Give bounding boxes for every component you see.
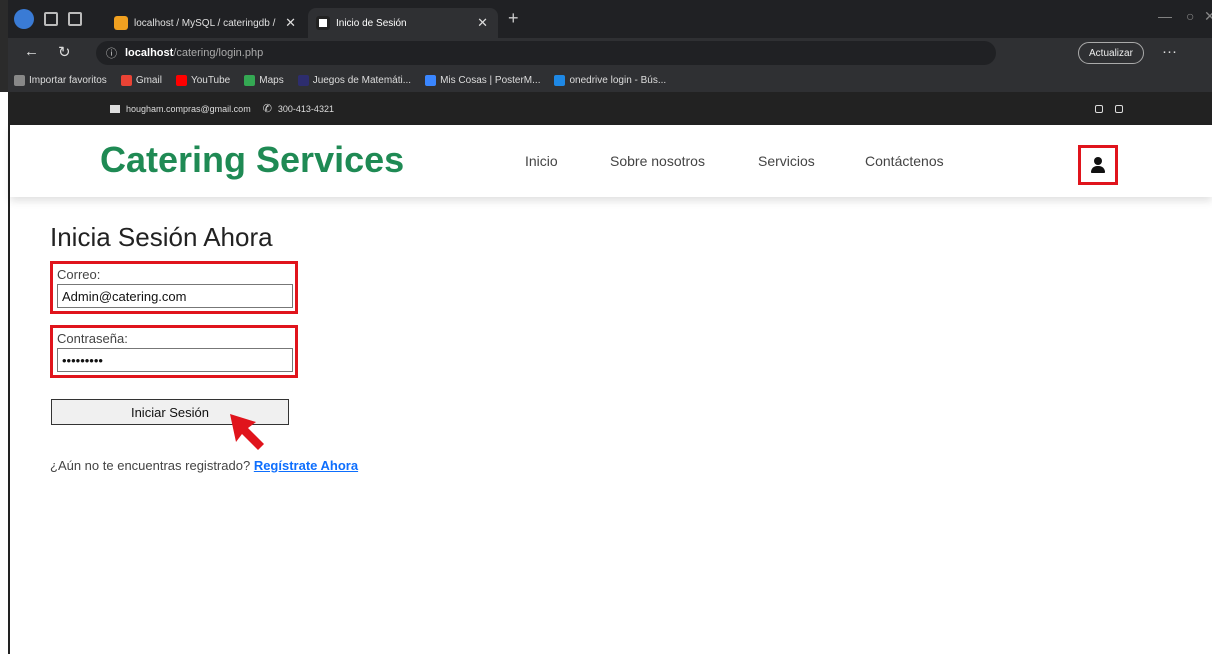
email-field-group: Correo:	[50, 261, 298, 314]
favorite-label: YouTube	[190, 74, 231, 86]
favorite-label: Maps	[259, 74, 284, 86]
youtube-icon	[175, 74, 187, 86]
maximize-icon[interactable]: ○	[1186, 8, 1194, 24]
juegos-icon	[297, 74, 309, 86]
new-tab-button[interactable]: +	[508, 8, 519, 29]
contact-phone: 300-413-4321	[277, 103, 334, 114]
email-label: Correo:	[57, 267, 101, 282]
url-path: /catering/login.php	[173, 47, 264, 59]
contact-topbar: hougham.compras@gmail.com ✆ 300-413-4321	[10, 92, 1212, 125]
maps-icon	[244, 74, 256, 86]
gmail-icon	[120, 74, 132, 86]
social-links	[1095, 104, 1123, 113]
password-field-group: Contraseña:	[50, 325, 298, 378]
favorite-onedrive[interactable]: onedrive login - Bús...	[554, 74, 667, 86]
login-section: Inicia Sesión Ahora Correo: Contraseña: …	[50, 222, 358, 473]
brand-logo[interactable]: Catering Services	[100, 139, 404, 181]
favorite-label: Gmail	[135, 74, 162, 86]
favorite-import[interactable]: Importar favoritos	[14, 74, 107, 86]
page-title: Inicia Sesión Ahora	[50, 222, 273, 252]
favorite-label: Juegos de Matemáti...	[312, 74, 412, 86]
menu-contactenos[interactable]: Contáctenos	[865, 153, 944, 169]
tab-login[interactable]: Inicio de Sesión ✕	[308, 8, 498, 38]
mail-icon	[110, 104, 120, 113]
url-field[interactable]: ⓘ localhost/catering/login.php	[96, 41, 996, 65]
favorite-label: onedrive login - Bús...	[569, 74, 667, 86]
info-icon[interactable]: ⓘ	[106, 45, 117, 61]
register-text: ¿Aún no te encuentras registrado?	[50, 458, 251, 473]
contact-info: hougham.compras@gmail.com ✆ 300-413-4321	[110, 102, 334, 115]
phpmyadmin-icon	[114, 16, 128, 30]
address-bar: ← ↻ ⓘ localhost/catering/login.php Actua…	[0, 38, 1212, 68]
instagram-icon[interactable]	[1095, 104, 1103, 113]
email-field[interactable]	[57, 284, 293, 308]
user-icon	[1091, 157, 1105, 173]
web-page: hougham.compras@gmail.com ✆ 300-413-4321…	[8, 92, 1212, 654]
favorite-youtube[interactable]: YouTube	[175, 74, 231, 86]
favorites-bar: Importar favoritos Gmail YouTube Maps Ju…	[0, 68, 1212, 92]
register-prompt: ¿Aún no te encuentras registrado? Regíst…	[50, 458, 358, 473]
tab-label: localhost / MySQL / cateringdb /	[134, 17, 276, 29]
back-icon[interactable]: ←	[24, 43, 39, 60]
close-tab-icon[interactable]: ✕	[477, 15, 488, 31]
more-icon[interactable]: ···	[1162, 43, 1177, 60]
import-favorites-icon	[14, 74, 25, 86]
user-account-button[interactable]	[1078, 145, 1118, 185]
contact-email: hougham.compras@gmail.com	[126, 103, 251, 114]
close-window-icon[interactable]: ✕	[1204, 8, 1212, 25]
menu-inicio[interactable]: Inicio	[525, 153, 558, 169]
favorite-maps[interactable]: Maps	[244, 74, 284, 86]
browser-window: localhost / MySQL / cateringdb / ✕ Inici…	[0, 0, 1212, 654]
password-field[interactable]	[57, 348, 293, 372]
update-button[interactable]: Actualizar	[1078, 42, 1144, 64]
favorite-gmail[interactable]: Gmail	[120, 74, 162, 86]
site-header: Catering Services Inicio Sobre nosotros …	[10, 125, 1212, 197]
refresh-icon[interactable]: ↻	[58, 43, 71, 61]
pointer-arrow-icon	[230, 414, 264, 450]
vertical-tabs-icon[interactable]	[68, 12, 82, 26]
favorite-label: Importar favoritos	[29, 74, 107, 86]
tab-actions-icon[interactable]	[44, 12, 58, 26]
favorite-label: Mis Cosas | PosterM...	[440, 74, 541, 86]
onedrive-icon	[554, 74, 566, 86]
url-host: localhost	[125, 47, 174, 59]
favorite-poster[interactable]: Mis Cosas | PosterM...	[425, 74, 541, 86]
update-label: Actualizar	[1089, 47, 1133, 59]
tab-strip: localhost / MySQL / cateringdb / ✕ Inici…	[0, 0, 1212, 38]
favorite-juegos[interactable]: Juegos de Matemáti...	[297, 74, 412, 86]
register-link[interactable]: Regístrate Ahora	[254, 458, 358, 473]
workspaces-icon[interactable]	[14, 9, 34, 29]
menu-servicios[interactable]: Servicios	[758, 153, 815, 169]
menu-sobre-nosotros[interactable]: Sobre nosotros	[610, 153, 705, 169]
tab-phpmyadmin[interactable]: localhost / MySQL / cateringdb / ✕	[106, 8, 306, 38]
linkedin-icon[interactable]	[1115, 104, 1123, 113]
page-favicon-icon	[316, 16, 330, 30]
tab-label: Inicio de Sesión	[336, 17, 407, 29]
close-tab-icon[interactable]: ✕	[285, 15, 296, 31]
minimize-icon[interactable]: —	[1158, 8, 1172, 24]
poster-icon	[425, 74, 437, 86]
password-label: Contraseña:	[57, 331, 128, 346]
phone-icon: ✆	[262, 103, 272, 115]
